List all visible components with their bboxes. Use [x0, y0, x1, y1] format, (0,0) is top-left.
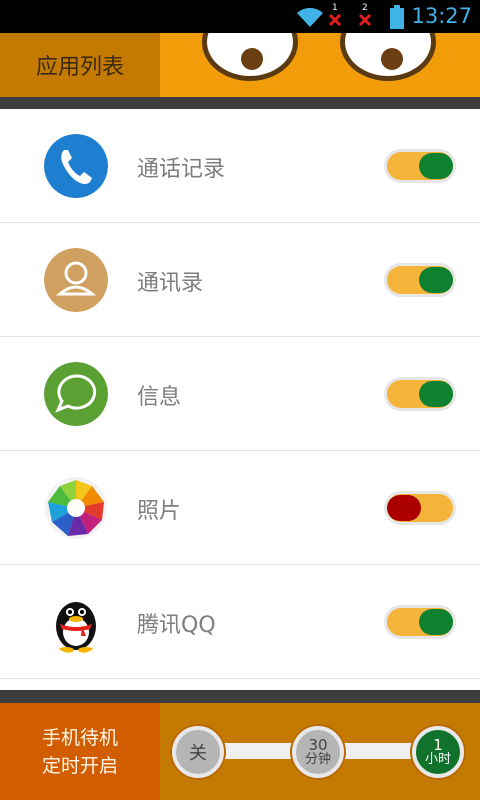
list-item-messages: 信息 — [0, 337, 480, 451]
app-list: 通话记录 通讯录 信息 照片 腾讯QQ — [0, 109, 480, 679]
sim2-no-signal-icon: 2 — [358, 3, 374, 29]
timer-option-value: 1 — [433, 735, 443, 754]
timer-option-off[interactable]: 关 — [172, 726, 224, 778]
app-label: 通话记录 — [137, 157, 226, 182]
sim1-label: 1 — [332, 3, 338, 13]
toggle-switch[interactable] — [384, 263, 456, 297]
toggle-switch[interactable] — [384, 377, 456, 411]
photos-icon — [45, 477, 107, 539]
header-divider — [0, 97, 480, 109]
contacts-icon — [44, 248, 108, 312]
list-item-call-log: 通话记录 — [0, 109, 480, 223]
list-divider — [0, 690, 480, 703]
phone-icon — [44, 134, 108, 198]
timer-option-unit: 小时 — [424, 751, 451, 767]
list-item-contacts: 通讯录 — [0, 223, 480, 337]
toggle-switch[interactable] — [384, 605, 456, 639]
toggle-switch[interactable] — [384, 491, 456, 525]
timer-caption: 手机待机 定时开启 — [0, 703, 160, 800]
timer-option-1hour[interactable]: 1 小时 — [412, 726, 464, 778]
toggle-switch[interactable] — [384, 149, 456, 183]
sim2-label: 2 — [362, 3, 368, 13]
list-item-qq: 腾讯QQ — [0, 565, 480, 679]
app-label: 腾讯QQ — [137, 613, 216, 638]
standby-timer-bar: 手机待机 定时开启 关 30 分钟 1 小时 — [0, 703, 480, 800]
qq-icon — [56, 602, 96, 653]
right-eye-decoration — [340, 33, 436, 81]
message-icon — [44, 362, 108, 426]
status-time: 13:27 — [411, 4, 472, 28]
app-header: 应用列表 — [0, 33, 480, 97]
timer-option-30min[interactable]: 30 分钟 — [292, 726, 344, 778]
app-label: 照片 — [137, 499, 182, 524]
timer-option-unit: 分钟 — [304, 751, 331, 767]
timer-caption-line2: 定时开启 — [41, 754, 118, 777]
left-eye-decoration — [202, 33, 298, 81]
timer-caption-line1: 手机待机 — [41, 726, 118, 749]
app-label: 通讯录 — [137, 271, 204, 296]
list-item-photos: 照片 — [0, 451, 480, 565]
sim1-no-signal-icon: 1 — [328, 3, 344, 29]
page-title: 应用列表 — [35, 55, 124, 80]
app-label: 信息 — [137, 385, 182, 410]
wifi-icon — [297, 7, 323, 28]
title-block: 应用列表 — [0, 33, 160, 97]
timer-option-value: 30 — [308, 735, 328, 754]
timer-option-label: 关 — [189, 743, 207, 764]
status-bar: 1 2 13:27 — [0, 0, 480, 33]
battery-icon — [390, 5, 404, 29]
